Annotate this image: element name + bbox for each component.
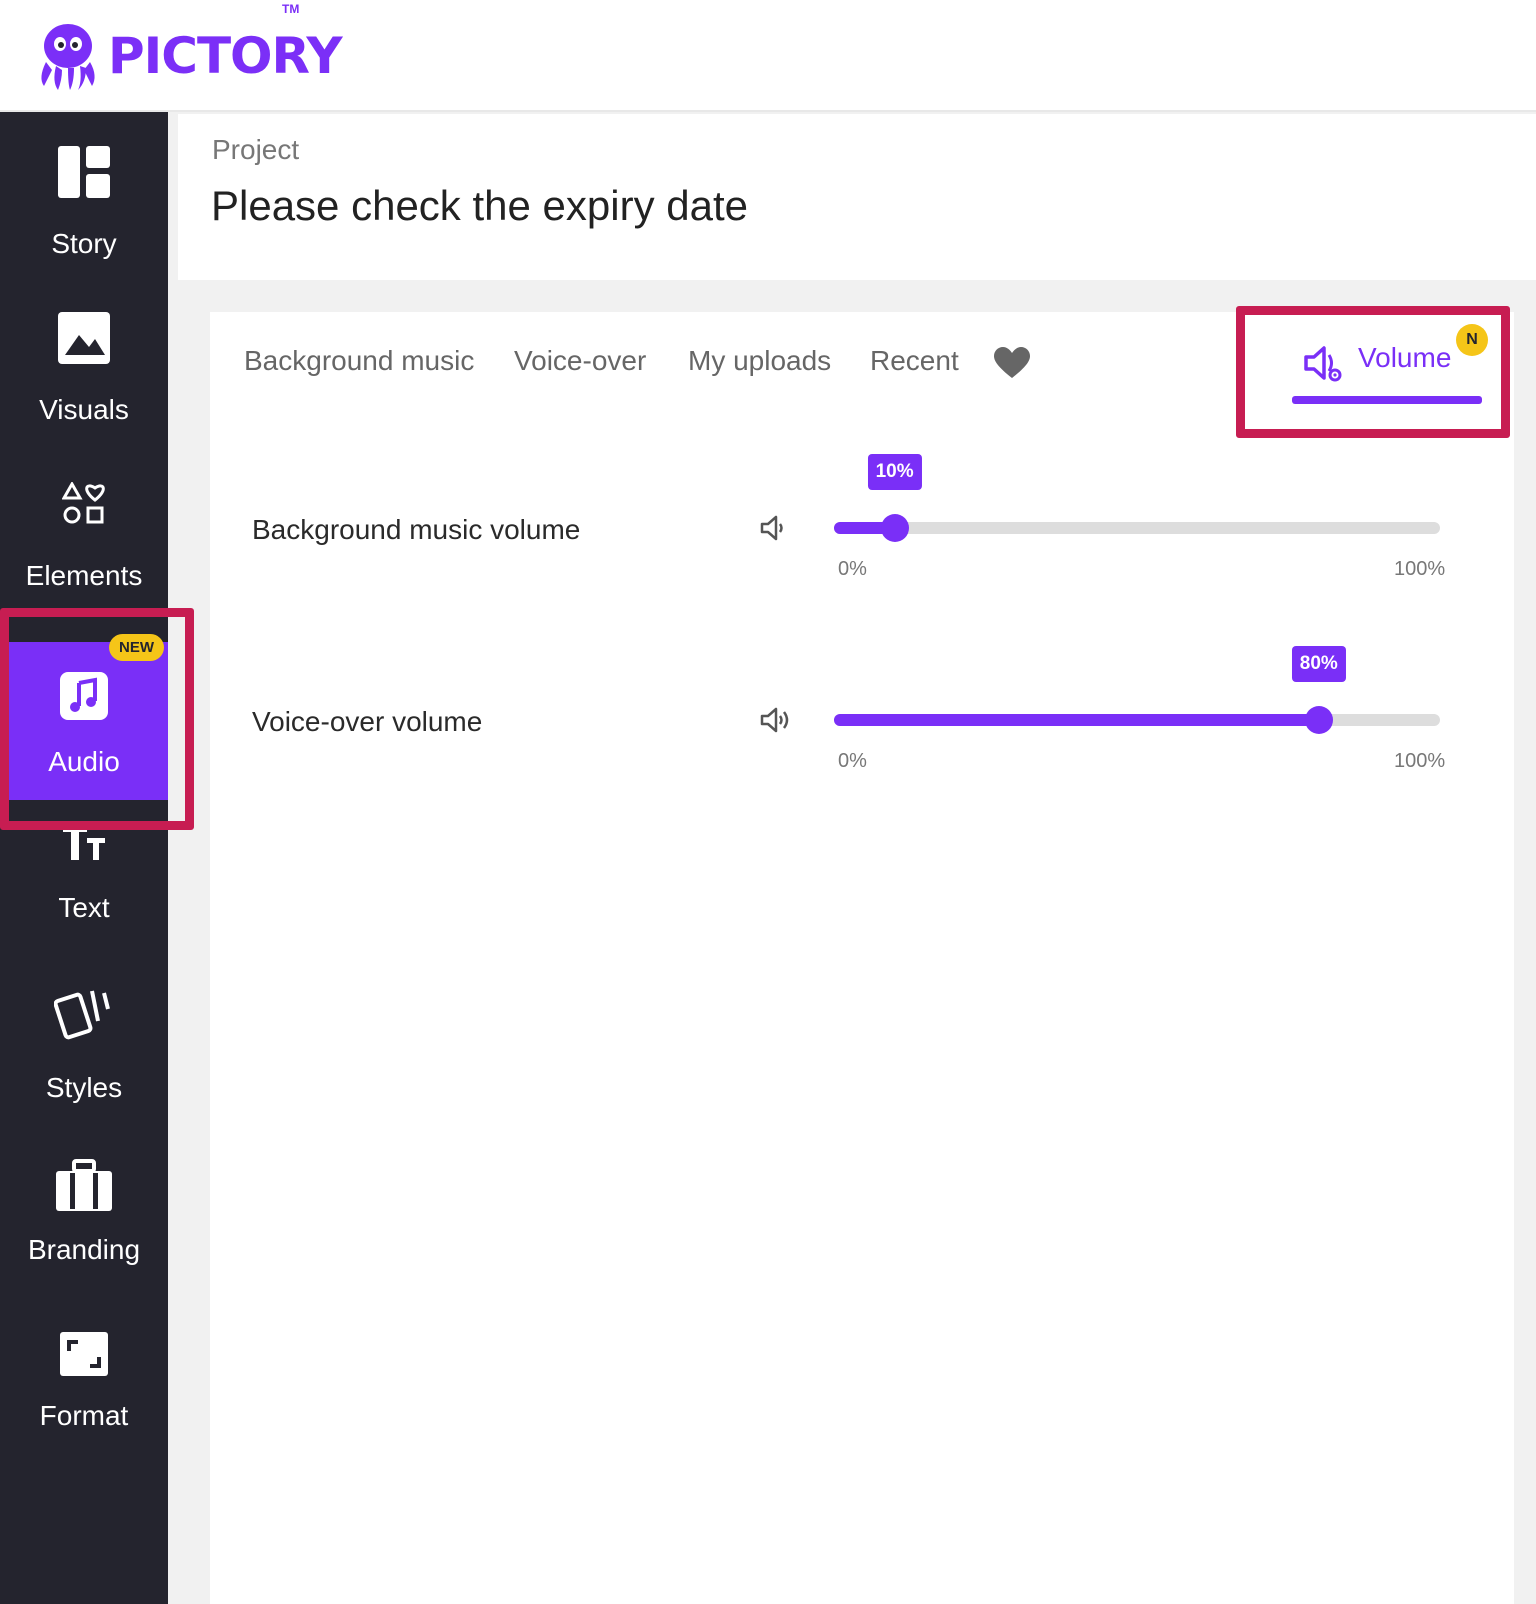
sidebar-item-label: Story	[51, 228, 117, 259]
sidebar-item-label: Visuals	[39, 394, 129, 425]
tab-recent[interactable]: Recent	[870, 345, 959, 377]
sidebar-item-format[interactable]: Format	[0, 1324, 168, 1484]
briefcase-icon	[54, 1156, 114, 1216]
project-header: Project Please check the expiry date	[178, 114, 1536, 280]
slider-min-label: 0%	[838, 558, 867, 580]
speaker-high-icon[interactable]	[758, 706, 792, 734]
new-indicator-badge: N	[1456, 324, 1488, 356]
slider-value-bubble: 80%	[1291, 646, 1346, 682]
brand-name: PICTORY	[108, 27, 343, 85]
slider-fill	[834, 714, 1319, 726]
slider-max-label: 100%	[1394, 558, 1446, 580]
tab-voice-over[interactable]: Voice-over	[514, 345, 646, 377]
sidebar-item-label: Audio	[48, 746, 120, 777]
music-note-icon	[54, 666, 114, 726]
pictory-logo[interactable]: PICTORY	[34, 16, 343, 96]
audio-tabs: Background music Voice-over My uploads R…	[210, 312, 1514, 404]
heart-icon[interactable]	[994, 347, 1030, 379]
slider-value-bubble: 10%	[867, 454, 922, 490]
background-music-volume-row: Background music volume 10% 0% 100%	[210, 442, 1514, 602]
new-badge: NEW	[109, 634, 164, 661]
voice-over-volume-label: Voice-over volume	[252, 706, 483, 737]
speaker-low-icon[interactable]	[758, 514, 792, 542]
sidebar-item-styles[interactable]: Styles	[0, 984, 168, 1144]
tab-my-uploads[interactable]: My uploads	[688, 345, 831, 377]
aspect-ratio-icon	[54, 1324, 114, 1384]
background-music-volume-label: Background music volume	[252, 514, 581, 545]
sidebar-item-story[interactable]: Story	[0, 142, 168, 302]
voice-over-volume-row: Voice-over volume 80% 0% 100%	[210, 634, 1514, 794]
top-header: PICTORY TM	[0, 0, 1536, 112]
slider-min-label: 0%	[838, 750, 867, 772]
sidebar-item-label: Branding	[27, 1234, 141, 1265]
background-music-volume-slider[interactable]: 10%	[834, 454, 1440, 542]
sidebar-item-label: Elements	[25, 560, 143, 591]
tab-background-music[interactable]: Background music	[244, 345, 474, 377]
image-icon	[54, 308, 114, 368]
sidebar-item-elements[interactable]: Elements	[0, 474, 168, 634]
project-title[interactable]: Please check the expiry date	[211, 182, 748, 230]
voice-over-volume-slider[interactable]: 80%	[834, 646, 1440, 734]
slider-thumb[interactable]	[880, 514, 909, 542]
story-layout-icon	[54, 142, 114, 202]
volume-tab-label: Volume	[1358, 342, 1452, 373]
octopus-mascot-icon	[41, 24, 95, 90]
shapes-icon	[54, 474, 114, 534]
sidebar-item-text[interactable]: Text	[0, 812, 168, 972]
slider-max-label: 100%	[1394, 750, 1446, 772]
sidebar-item-label: Text	[58, 892, 110, 923]
tab-volume[interactable]: Volume	[1292, 312, 1482, 412]
sidebar-item-audio[interactable]: Audio NEW	[0, 634, 168, 800]
trademark-mark: TM	[282, 2, 300, 16]
cards-icon	[54, 984, 114, 1044]
active-tab-indicator	[1292, 396, 1482, 404]
sidebar-item-label: Styles	[45, 1072, 123, 1103]
sidebar-item-visuals[interactable]: Visuals	[0, 308, 168, 468]
slider-thumb[interactable]	[1304, 706, 1333, 734]
speaker-settings-icon	[1304, 346, 1342, 382]
sidebar-item-branding[interactable]: Branding	[0, 1156, 168, 1316]
audio-panel: Background music Voice-over My uploads R…	[210, 312, 1514, 1604]
left-sidebar: Story Visuals Elements Audio NEW Text St…	[0, 112, 168, 1604]
text-size-icon	[54, 812, 114, 872]
project-label: Project	[212, 134, 300, 165]
sidebar-item-label: Format	[39, 1400, 129, 1431]
